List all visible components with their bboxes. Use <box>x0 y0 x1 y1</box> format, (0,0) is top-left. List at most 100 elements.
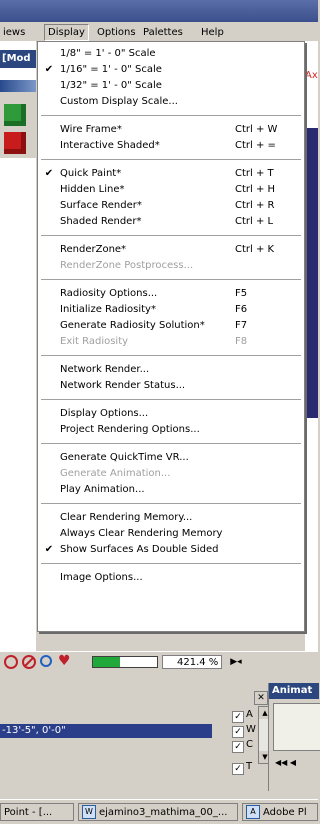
heart-icon[interactable]: ♥ <box>58 653 71 669</box>
taskbar-item-adobe[interactable]: A Adobe Pl <box>242 803 318 821</box>
display-menu-item-15[interactable]: Generate Radiosity Solution* F7 <box>38 318 304 334</box>
menu-bar: iews Display Options Palettes Help <box>0 22 318 42</box>
display-menu-item-label: Project Rendering Options... <box>60 424 200 435</box>
menu-help[interactable]: Help <box>198 25 227 40</box>
display-menu-item-4[interactable]: Custom Display Scale... <box>38 94 304 110</box>
display-menu-item-8[interactable]: Hidden Line* Ctrl + H <box>38 182 304 198</box>
display-menu-item-1[interactable]: 1/8" = 1' - 0" Scale <box>38 46 304 62</box>
display-menu-item-13[interactable]: Radiosity Options... F5 <box>38 286 304 302</box>
display-menu-item-label: 1/32" = 1' - 0" Scale <box>60 80 162 91</box>
display-menu-item-2[interactable]: ✔ 1/16" = 1' - 0" Scale <box>38 62 304 78</box>
menu-separator <box>41 399 301 401</box>
checkbox-w-label: W <box>246 724 256 735</box>
display-menu-item-label: Hidden Line* <box>60 184 125 195</box>
menu-separator <box>41 159 301 161</box>
record-icon[interactable] <box>4 655 18 669</box>
display-menu-item-label: Generate Radiosity Solution* <box>60 320 205 331</box>
animation-preview[interactable] <box>273 703 320 751</box>
menu-separator <box>41 443 301 445</box>
green-cube-icon[interactable] <box>4 104 26 126</box>
taskbar-item-document-label: ejamino3_mathima_00_... <box>99 807 228 818</box>
play-arrow-icon[interactable]: ▶◂ <box>226 655 246 669</box>
display-menu-item-27[interactable]: Image Options... <box>38 570 304 586</box>
display-menu-item-6[interactable]: Interactive Shaded* Ctrl + = <box>38 138 304 154</box>
display-menu-item-label: Shaded Render* <box>60 216 142 227</box>
menu-separator <box>41 355 301 357</box>
render-progress-fill <box>93 657 120 667</box>
display-menu-item-23[interactable]: Play Animation... <box>38 482 304 498</box>
no-entry-icon[interactable] <box>22 655 36 669</box>
display-menu-item-label: Interactive Shaded* <box>60 140 160 151</box>
checkbox-w[interactable]: ✓ <box>232 726 244 738</box>
display-menu-item-label: Network Render Status... <box>60 380 186 391</box>
menu-separator <box>41 115 301 117</box>
display-menu-item-shortcut: Ctrl + L <box>235 216 274 227</box>
display-menu-item-7[interactable]: ✔ Quick Paint* Ctrl + T <box>38 166 304 182</box>
display-menu-item-18[interactable]: Network Render Status... <box>38 378 304 394</box>
display-menu-item-21[interactable]: Generate QuickTime VR... <box>38 450 304 466</box>
display-menu-item-10[interactable]: Shaded Render* Ctrl + L <box>38 214 304 230</box>
word-document-icon: W <box>82 805 96 819</box>
display-menu-item-26[interactable]: ✔ Show Surfaces As Double Sided <box>38 542 304 558</box>
rewind-icon[interactable]: ◀◀ ◀ <box>275 757 319 769</box>
tool-palette <box>0 80 36 158</box>
display-menu-item-9[interactable]: Surface Render* Ctrl + R <box>38 198 304 214</box>
coordinate-field[interactable]: -13'-5", 0'-0" <box>0 724 212 738</box>
display-menu-item-label: Surface Render* <box>60 200 142 211</box>
checkbox-a[interactable]: ✓ <box>232 711 244 723</box>
display-menu-item-12: RenderZone Postprocess... <box>38 258 304 274</box>
taskbar-item-document[interactable]: Wejamino3_mathima_00_... <box>78 803 238 821</box>
taskbar-item-point[interactable]: Point - [... <box>0 803 74 821</box>
display-menu-item-label: Network Render... <box>60 364 150 375</box>
display-menu-item-shortcut: Ctrl + H <box>235 184 276 195</box>
display-menu-item-shortcut: Ctrl + = <box>235 140 276 151</box>
menu-options[interactable]: Options <box>94 25 139 40</box>
display-menu-item-25[interactable]: Always Clear Rendering Memory <box>38 526 304 542</box>
display-menu-item-17[interactable]: Network Render... <box>38 362 304 378</box>
display-menu-item-shortcut: F8 <box>235 336 248 347</box>
display-menu-dropdown: 1/8" = 1' - 0" Scale ✔ 1/16" = 1' - 0" Sca… <box>37 41 305 632</box>
display-menu-item-24[interactable]: Clear Rendering Memory... <box>38 510 304 526</box>
display-menu-item-19[interactable]: Display Options... <box>38 406 304 422</box>
zoom-field[interactable]: 421.4 % <box>162 655 222 669</box>
checkbox-c[interactable]: ✓ <box>232 741 244 753</box>
display-menu-item-shortcut: F6 <box>235 304 248 315</box>
display-menu-item-5[interactable]: Wire Frame* Ctrl + W <box>38 122 304 138</box>
display-menu-item-label: Image Options... <box>60 572 143 583</box>
display-menu-item-label: Radiosity Options... <box>60 288 158 299</box>
display-menu-item-20[interactable]: Project Rendering Options... <box>38 422 304 438</box>
display-menu-item-11[interactable]: RenderZone* Ctrl + K <box>38 242 304 258</box>
checkmark-icon: ✔ <box>44 168 54 179</box>
display-menu-item-label: RenderZone* <box>60 244 127 255</box>
display-menu-item-label: Play Animation... <box>60 484 145 495</box>
animation-panel: Animat ◀◀ ◀ <box>268 683 320 791</box>
menu-separator <box>41 563 301 565</box>
menu-palettes[interactable]: Palettes <box>140 25 186 40</box>
display-menu-item-label: Generate QuickTime VR... <box>60 452 189 463</box>
display-menu-item-label: 1/8" = 1' - 0" Scale <box>60 48 156 59</box>
animation-panel-title: Animat <box>269 683 319 699</box>
display-menu-item-label: Display Options... <box>60 408 149 419</box>
display-menu-item-label: Custom Display Scale... <box>60 96 178 107</box>
display-menu-item-label: RenderZone Postprocess... <box>60 260 194 271</box>
display-menu-item-label: Generate Animation... <box>60 468 171 479</box>
close-icon[interactable]: ✕ <box>254 691 268 705</box>
display-menu-item-label: 1/16" = 1' - 0" Scale <box>60 64 162 75</box>
menu-separator <box>41 279 301 281</box>
taskbar-item-adobe-label: Adobe Pl <box>263 807 307 818</box>
display-menu-item-shortcut: Ctrl + T <box>235 168 274 179</box>
display-menu-item-label: Show Surfaces As Double Sided <box>60 544 219 555</box>
search-icon[interactable] <box>40 655 52 667</box>
menu-views[interactable]: iews <box>0 25 28 40</box>
checkbox-c-label: C <box>246 739 253 750</box>
axis-label: Ax <box>305 70 318 81</box>
display-menu-item-label: Exit Radiosity <box>60 336 129 347</box>
display-menu-item-14[interactable]: Initialize Radiosity* F6 <box>38 302 304 318</box>
red-cube-icon[interactable] <box>4 132 26 154</box>
checkbox-t[interactable]: ✓ <box>232 763 244 775</box>
menu-display[interactable]: Display <box>44 24 89 41</box>
display-menu-item-shortcut: Ctrl + K <box>235 244 275 255</box>
display-menu-item-3[interactable]: 1/32" = 1' - 0" Scale <box>38 78 304 94</box>
menu-separator <box>41 503 301 505</box>
checkbox-t-label: T <box>246 761 253 772</box>
